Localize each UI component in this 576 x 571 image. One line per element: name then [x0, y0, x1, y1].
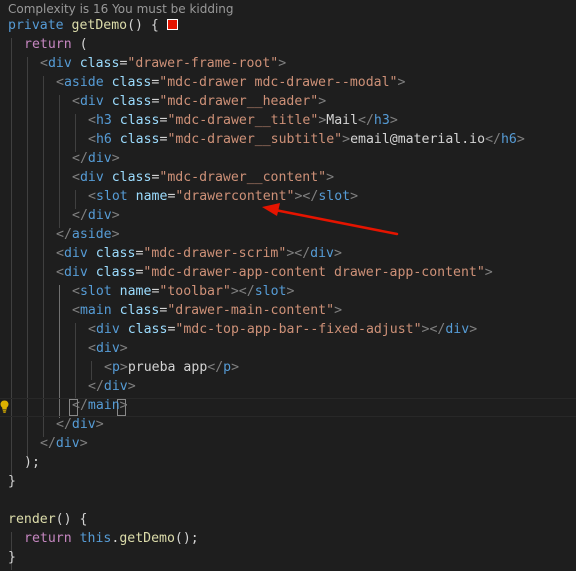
- code-editor[interactable]: Complexity is 16 You must be kidding pri…: [0, 0, 576, 571]
- red-arrow-annotation: [262, 203, 399, 236]
